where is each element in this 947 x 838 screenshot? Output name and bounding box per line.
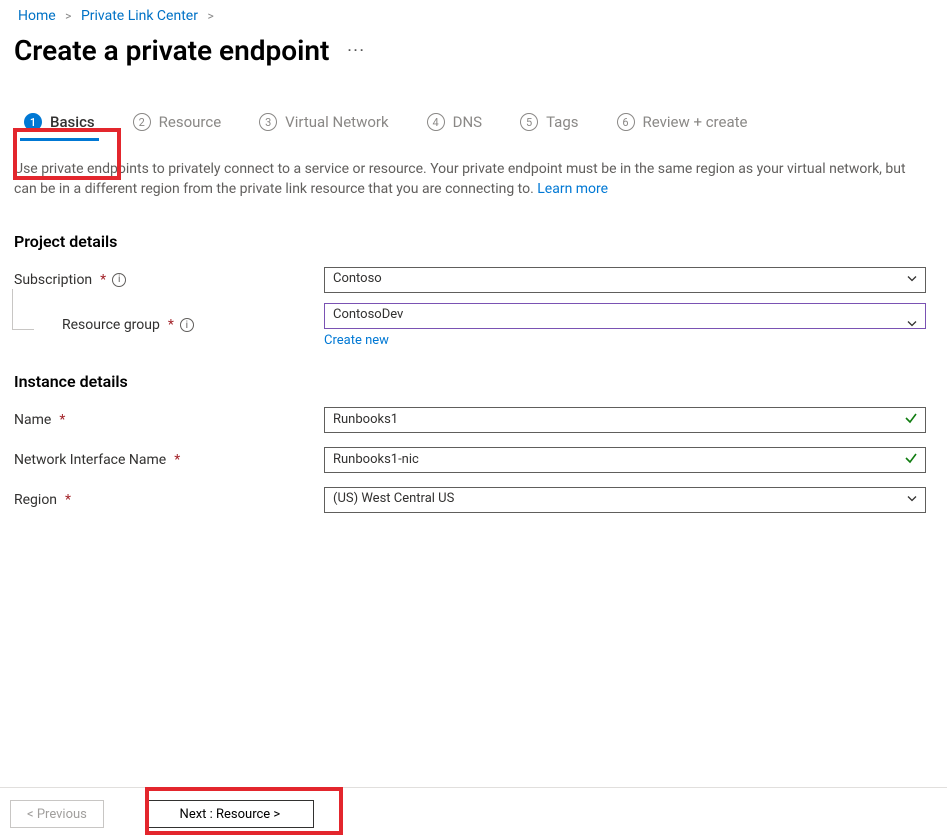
tab-virtual-network[interactable]: 3 Virtual Network bbox=[253, 107, 394, 141]
field-subscription: Subscription * i Contoso bbox=[14, 263, 947, 297]
required-icon: * bbox=[174, 452, 180, 468]
field-label: Network Interface Name * bbox=[14, 452, 324, 468]
field-name: Name * bbox=[14, 403, 947, 437]
next-button[interactable]: Next : Resource > bbox=[146, 800, 314, 828]
required-icon: * bbox=[65, 492, 71, 508]
tab-number: 1 bbox=[24, 113, 42, 131]
check-icon bbox=[904, 411, 918, 429]
tab-number: 5 bbox=[520, 113, 538, 131]
resource-group-select[interactable]: ContosoDev bbox=[324, 303, 926, 329]
tab-tags[interactable]: 5 Tags bbox=[514, 107, 584, 141]
label-text: Network Interface Name bbox=[14, 452, 166, 468]
tab-label: Review + create bbox=[643, 113, 748, 131]
tab-number: 3 bbox=[259, 113, 277, 131]
info-icon[interactable]: i bbox=[180, 318, 194, 332]
wizard-tabs: 1 Basics 2 Resource 3 Virtual Network 4 … bbox=[0, 77, 947, 141]
breadcrumb-private-link-center[interactable]: Private Link Center bbox=[81, 8, 198, 24]
tab-resource[interactable]: 2 Resource bbox=[127, 107, 228, 141]
label-text: Resource group bbox=[62, 317, 160, 333]
page-title: Create a private endpoint ··· bbox=[14, 34, 929, 67]
intro-text: Use private endpoints to privately conne… bbox=[0, 155, 930, 208]
chevron-right-icon: > bbox=[207, 9, 213, 23]
name-input[interactable] bbox=[324, 407, 926, 433]
tab-number: 4 bbox=[427, 113, 445, 131]
field-label: Region * bbox=[14, 492, 324, 508]
breadcrumb-home[interactable]: Home bbox=[18, 8, 56, 24]
required-icon: * bbox=[100, 272, 106, 288]
tab-label: DNS bbox=[453, 113, 482, 131]
field-label: Subscription * i bbox=[14, 272, 324, 288]
tab-review-create[interactable]: 6 Review + create bbox=[611, 107, 754, 141]
field-label: Name * bbox=[14, 412, 324, 428]
section-title-project: Project details bbox=[14, 232, 947, 251]
breadcrumb: Home > Private Link Center > bbox=[0, 0, 947, 28]
tab-dns[interactable]: 4 DNS bbox=[421, 107, 488, 141]
wizard-footer: < Previous Next : Resource > bbox=[0, 787, 947, 838]
region-select[interactable]: (US) West Central US bbox=[324, 487, 926, 513]
field-nic-name: Network Interface Name * bbox=[14, 443, 947, 477]
label-text: Region bbox=[14, 492, 57, 508]
tab-number: 2 bbox=[133, 113, 151, 131]
nic-name-input[interactable] bbox=[324, 447, 926, 473]
field-region: Region * (US) West Central US bbox=[14, 483, 947, 517]
intro-text-content: Use private endpoints to privately conne… bbox=[14, 161, 906, 197]
required-icon: * bbox=[168, 317, 174, 333]
tab-label: Resource bbox=[159, 113, 222, 131]
learn-more-link[interactable]: Learn more bbox=[537, 181, 608, 197]
tab-label: Virtual Network bbox=[285, 113, 388, 131]
page-title-text: Create a private endpoint bbox=[14, 34, 329, 67]
tab-label: Tags bbox=[546, 113, 578, 131]
field-resource-group: Resource group * i ContosoDev Create new bbox=[14, 303, 947, 348]
label-text: Subscription bbox=[14, 272, 92, 288]
section-title-instance: Instance details bbox=[14, 372, 947, 391]
chevron-right-icon: > bbox=[65, 9, 71, 23]
check-icon bbox=[904, 451, 918, 469]
info-icon[interactable]: i bbox=[112, 273, 126, 287]
previous-button[interactable]: < Previous bbox=[10, 800, 104, 828]
more-icon[interactable]: ··· bbox=[347, 43, 365, 59]
tab-number: 6 bbox=[617, 113, 635, 131]
required-icon: * bbox=[59, 412, 65, 428]
tab-label: Basics bbox=[50, 113, 95, 131]
field-label: Resource group * i bbox=[14, 317, 324, 333]
create-new-link[interactable]: Create new bbox=[324, 333, 926, 348]
tab-basics[interactable]: 1 Basics bbox=[18, 107, 101, 141]
subscription-select[interactable]: Contoso bbox=[324, 267, 926, 293]
label-text: Name bbox=[14, 412, 51, 428]
